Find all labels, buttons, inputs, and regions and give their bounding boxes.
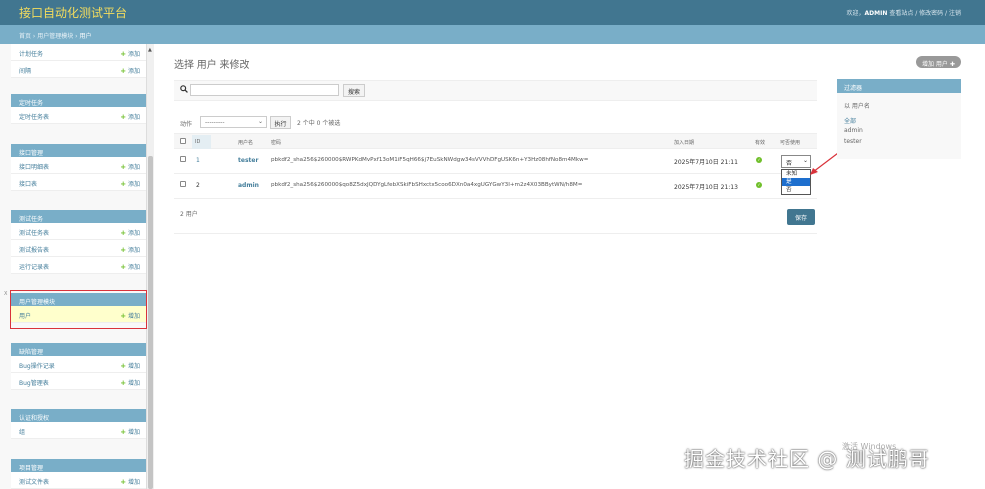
sidebar-module-auth: 认证和授权 组 + 增加	[11, 409, 146, 439]
add-link: + 添加	[120, 50, 140, 58]
sidebar-module-timed: 定时任务 定时任务表 + 添加	[11, 94, 146, 124]
filter-option-admin[interactable]: admin	[844, 127, 863, 134]
filter-caption: 过滤器	[837, 79, 961, 93]
row-checkbox[interactable]	[180, 156, 186, 162]
row-id: 1	[196, 157, 200, 164]
dropdown-option-no[interactable]: 否	[782, 186, 810, 194]
module-caption[interactable]: 定时任务	[11, 94, 146, 107]
add-link: + 添加	[120, 263, 140, 271]
column-header-id[interactable]: ID	[192, 135, 211, 149]
sidebar-item-test-report[interactable]: 测试报告表 + 添加	[11, 240, 146, 257]
user-tools: 欢迎，ADMIN 查看站点 / 修改密码 / 注销	[847, 8, 961, 17]
page-title: 选择 用户 来修改	[174, 60, 250, 71]
breadcrumb-current: 用户	[79, 33, 92, 40]
results-table: ID 用户名 密码 加入日期 有效 可否使用 1 tester pbkdf2_s…	[174, 133, 817, 199]
column-header-username[interactable]: 用户名	[238, 139, 253, 146]
add-link: + 增加	[120, 478, 140, 486]
sidebar-item-test-file[interactable]: 测试文件表 + 增加	[11, 472, 146, 489]
filter-option-all[interactable]: 全部	[844, 116, 856, 125]
sidebar-item-api[interactable]: 接口表 + 添加	[11, 174, 146, 191]
breadcrumb: 首页 › 用户管理模块 › 用户	[0, 25, 985, 44]
select-all-checkbox[interactable]	[180, 138, 186, 144]
sidebar-module-api: 接口管理 接口明细表 + 添加 接口表 + 添加	[11, 144, 146, 191]
highlight-marker: X	[4, 291, 8, 297]
action-select[interactable]: --------- ⌄	[200, 116, 267, 128]
check-icon: ✓	[756, 182, 762, 188]
add-user-button[interactable]: 增加 用户 ✚	[916, 56, 961, 68]
sidebar-item-periodic-task[interactable]: 计划任务 + 添加	[11, 44, 146, 61]
add-link: + 添加	[120, 229, 140, 237]
row-date-joined: 2025年7月10日 21:13	[674, 184, 738, 191]
column-header-usable[interactable]: 可否使用	[780, 139, 800, 146]
result-count: 2 用户	[180, 211, 198, 218]
scrollbar-thumb[interactable]	[148, 156, 153, 489]
save-button[interactable]: 保存	[787, 209, 815, 225]
add-link: + 添加	[120, 246, 140, 254]
user-links[interactable]: 查看站点 / 修改密码 / 注销	[889, 10, 961, 17]
table-row: 2 admin pbkdf2_sha256$260000$qo8Z5dxJQDY…	[174, 174, 817, 199]
column-header-date-joined[interactable]: 加入日期	[674, 139, 694, 146]
welcome-text: 欢迎，	[846, 10, 865, 17]
sidebar-item-api-detail[interactable]: 接口明细表 + 添加	[11, 157, 146, 174]
sidebar-item-bug-log[interactable]: Bug操作记录 + 增加	[11, 356, 146, 373]
row-username-link[interactable]: admin	[238, 182, 259, 189]
search-button[interactable]: 搜索	[343, 84, 365, 97]
sidebar-item-timed-task[interactable]: 定时任务表 + 添加	[11, 107, 146, 124]
sidebar-item-interval[interactable]: 间隔 + 添加	[11, 61, 146, 78]
table-row: 1 tester pbkdf2_sha256$260000$RWPKdMvPxf…	[174, 149, 817, 174]
action-label: 动作	[180, 121, 193, 128]
sidebar-item-run-record[interactable]: 运行记录表 + 添加	[11, 257, 146, 274]
sidebar-module-test: 测试任务 测试任务表 + 添加 测试报告表 + 添加 运行记录表 + 添加	[11, 210, 146, 274]
add-link: + 添加	[120, 180, 140, 188]
filter-panel: 过滤器 以 用户名 全部 admin tester	[837, 79, 961, 159]
row-date-joined: 2025年7月10日 21:11	[674, 159, 738, 166]
watermark: 掘金技术社区 @ 测试鹏哥	[684, 447, 930, 471]
module-caption[interactable]: 项目管理	[11, 459, 146, 472]
table-header: ID 用户名 密码 加入日期 有效 可否使用	[174, 133, 817, 149]
row-password: pbkdf2_sha256$260000$RWPKdMvPxf13oM1iF5q…	[271, 157, 589, 163]
divider	[174, 233, 817, 234]
row-checkbox[interactable]	[180, 181, 186, 187]
row-id: 2	[196, 182, 200, 189]
sidebar-module-project: 项目管理 测试文件表 + 增加	[11, 459, 146, 489]
column-header-active[interactable]: 有效	[755, 139, 765, 146]
column-header-password[interactable]: 密码	[271, 139, 281, 146]
module-caption[interactable]: 认证和授权	[11, 409, 146, 422]
module-caption[interactable]: 缺陷管理	[11, 343, 146, 356]
site-header: 接口自动化测试平台 欢迎，ADMIN 查看站点 / 修改密码 / 注销	[0, 0, 985, 25]
add-link: + 增加	[120, 379, 140, 387]
username: ADMIN	[864, 10, 888, 17]
module-caption[interactable]: 接口管理	[11, 144, 146, 157]
add-link: + 添加	[120, 67, 140, 75]
scroll-up-icon[interactable]: ▲	[148, 47, 152, 53]
sidebar-scrollbar[interactable]: ▲	[146, 44, 154, 489]
breadcrumb-module[interactable]: 用户管理模块	[37, 33, 73, 40]
sidebar-item-groups[interactable]: 组 + 增加	[11, 422, 146, 439]
filter-title: 以 用户名	[844, 103, 870, 110]
plus-icon: ✚	[949, 61, 955, 68]
sidebar-item-test-task[interactable]: 测试任务表 + 添加	[11, 223, 146, 240]
add-link: + 添加	[120, 113, 140, 121]
filter-option-tester[interactable]: tester	[844, 138, 862, 145]
add-link: + 增加	[120, 428, 140, 436]
row-username-link[interactable]: tester	[238, 157, 258, 164]
add-link: + 增加	[120, 362, 140, 370]
sidebar-module-schedule: 计划任务 + 添加 间隔 + 添加	[11, 44, 146, 78]
go-button[interactable]: 执行	[270, 116, 291, 129]
highlight-box	[10, 290, 147, 329]
add-link: + 添加	[120, 163, 140, 171]
search-icon	[180, 85, 188, 93]
site-branding[interactable]: 接口自动化测试平台	[19, 4, 127, 21]
search-input[interactable]	[190, 84, 339, 96]
sidebar-module-bugs: 缺陷管理 Bug操作记录 + 增加 Bug管理表 + 增加	[11, 343, 146, 390]
breadcrumb-home[interactable]: 首页	[19, 33, 31, 40]
check-icon: ✓	[756, 157, 762, 163]
chevron-down-icon: ⌄	[257, 118, 263, 125]
module-caption[interactable]: 测试任务	[11, 210, 146, 223]
sidebar-item-bug-manage[interactable]: Bug管理表 + 增加	[11, 373, 146, 390]
row-password: pbkdf2_sha256$260000$qo8Z5dxJQDYgLfebXSk…	[271, 182, 583, 188]
sidebar-nav: 计划任务 + 添加 间隔 + 添加 定时任务 定时任务表 + 添加 接口管理 接口明细…	[0, 44, 154, 489]
selection-count: 2 个中 0 个被选	[297, 120, 341, 127]
